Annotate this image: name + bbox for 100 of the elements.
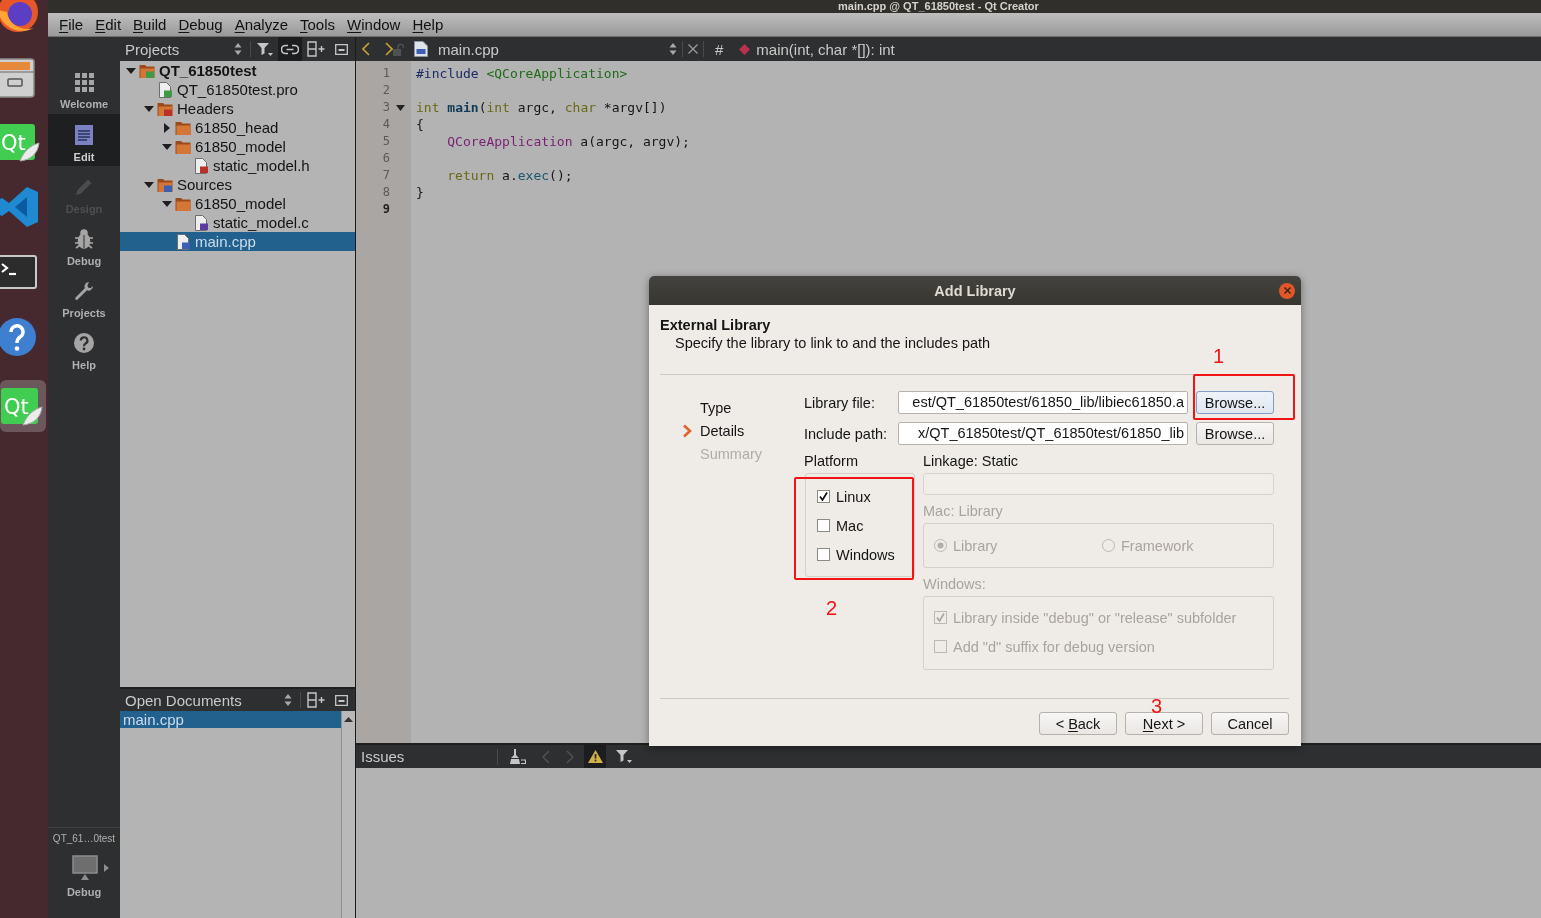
browse-button[interactable]: Browse... [1196, 391, 1274, 414]
path-field[interactable]: est/QT_61850test/61850_lib/libiec61850.a [898, 391, 1188, 414]
broom-icon[interactable] [510, 749, 526, 764]
view-selector[interactable]: Projects [125, 40, 246, 58]
tree-item[interactable]: static_model.h [120, 156, 355, 175]
checkbox-label[interactable]: Linux [836, 488, 871, 505]
code-editor-icon[interactable] [0, 185, 40, 229]
menu-item[interactable]: Analyze [228, 14, 294, 35]
caret-icon[interactable] [103, 863, 109, 872]
annotation-number: 1 [1213, 346, 1225, 366]
tree-item[interactable]: QT_61850test.pro [120, 80, 355, 99]
sync-button[interactable] [278, 37, 302, 61]
diamond-icon [739, 43, 751, 55]
monitor-icon[interactable] [71, 855, 98, 880]
menu-item[interactable]: File [53, 14, 90, 35]
tree-item[interactable]: main.cpp [120, 232, 355, 251]
wizard-button[interactable]: Next > [1125, 712, 1203, 735]
expand-arrow-icon[interactable] [162, 143, 172, 150]
menu-item[interactable]: Edit [89, 14, 128, 35]
field-label: Library file: [804, 394, 876, 411]
page-subtitle: Specify the library to link to and the includes path [675, 335, 992, 352]
line-number: 8 [381, 184, 390, 201]
view-selector[interactable]: Open Documents [125, 691, 296, 709]
page-heading: External Library [660, 317, 772, 334]
tree-item[interactable]: QT_61850test [120, 61, 355, 80]
project-name[interactable]: QT_61…0test [52, 832, 116, 846]
menu-item[interactable]: Debug [172, 14, 229, 35]
split-icon[interactable] [307, 41, 325, 57]
expand-arrow-icon[interactable] [126, 67, 136, 74]
warning-filter-button[interactable] [584, 745, 606, 768]
tree-item[interactable]: Sources [120, 175, 355, 194]
scroll-up-icon[interactable] [344, 717, 353, 722]
cpp-file-icon [414, 41, 428, 57]
tree-item[interactable]: 61850_head [120, 118, 355, 137]
tree-item[interactable]: Headers [120, 99, 355, 118]
close-button[interactable] [1279, 282, 1295, 299]
checkbox[interactable] [817, 548, 830, 561]
close-icon[interactable] [688, 44, 698, 54]
expand-arrow-icon[interactable] [162, 200, 172, 207]
c-file-icon [193, 214, 209, 231]
mode-button[interactable]: Debug [48, 218, 120, 270]
code-line: QCoreApplication a(argc, argv); [447, 134, 690, 149]
folder-icon [175, 195, 191, 212]
browse-button[interactable]: Browse... [1196, 422, 1274, 445]
wizard-button[interactable]: Cancel [1211, 712, 1289, 735]
checkbox[interactable] [817, 490, 830, 503]
filter-icon[interactable] [616, 749, 632, 764]
build-config[interactable]: Debug [66, 885, 102, 899]
tree-item[interactable]: 61850_model [120, 194, 355, 213]
link-icon [281, 43, 299, 55]
wizard-step: Summary [700, 445, 763, 462]
sort-arrows-icon [284, 693, 292, 707]
mode-button[interactable]: Edit [48, 114, 120, 166]
code-line: return a.exec(); [447, 168, 573, 183]
expand-arrow-icon[interactable] [144, 105, 154, 112]
pencil-icon [74, 177, 94, 197]
section-label: Mac: Library [923, 503, 1004, 519]
wrench-icon [74, 281, 94, 301]
pane-title: Issues [361, 748, 406, 765]
back-icon[interactable] [362, 42, 370, 56]
file-selector[interactable]: main.cpp [414, 40, 677, 58]
mode-button[interactable]: Projects [48, 270, 120, 322]
sort-arrows-icon [669, 42, 677, 56]
menu-item[interactable]: Help [406, 14, 450, 35]
folder-icon [175, 119, 191, 136]
tree-item[interactable]: static_model.c [120, 213, 355, 232]
panel-icon[interactable] [335, 43, 348, 55]
checkbox-label[interactable]: Mac [836, 517, 864, 534]
line-number: 1 [381, 65, 390, 82]
checkbox[interactable] [817, 519, 830, 532]
annotation-number: 2 [826, 598, 838, 618]
sort-arrows-icon [234, 42, 242, 56]
line-number: 6 [381, 150, 390, 167]
expand-arrow-icon[interactable] [144, 181, 154, 188]
path-field[interactable]: x/QT_61850test/QT_61850test/61850_lib [898, 422, 1188, 445]
split-icon[interactable] [307, 692, 325, 708]
document-item[interactable]: main.cpp [120, 711, 341, 728]
line-number: 7 [381, 167, 390, 184]
fold-arrow-icon[interactable] [396, 104, 405, 111]
symbol-selector[interactable]: main(int, char *[]): int [739, 40, 895, 58]
browser-icon[interactable] [0, 0, 40, 34]
panel-icon[interactable] [335, 694, 348, 706]
filter-icon[interactable] [257, 41, 273, 57]
menu-item[interactable]: Window [341, 14, 407, 35]
mode-button[interactable]: Welcome [48, 62, 120, 114]
checkbox-label[interactable]: Windows [836, 546, 895, 563]
menu-item[interactable]: Build [127, 14, 173, 35]
project-file-icon [157, 81, 173, 98]
section-label: Windows: [923, 576, 987, 592]
forward-icon[interactable] [385, 42, 393, 56]
scrollbar[interactable] [341, 711, 355, 918]
mode-button[interactable]: Help [48, 322, 120, 374]
dialog-title: Add Library [934, 282, 1016, 299]
field-label: Include path: [804, 425, 889, 442]
tree-item[interactable]: 61850_model [120, 137, 355, 156]
wizard-button[interactable]: < Back [1039, 712, 1117, 735]
expand-arrow-icon[interactable] [164, 122, 170, 133]
window-title: main.cpp @ QT_61850test - Qt Creator [838, 0, 1039, 13]
hash-button[interactable]: # [715, 40, 724, 58]
menu-item[interactable]: Tools [294, 14, 342, 35]
